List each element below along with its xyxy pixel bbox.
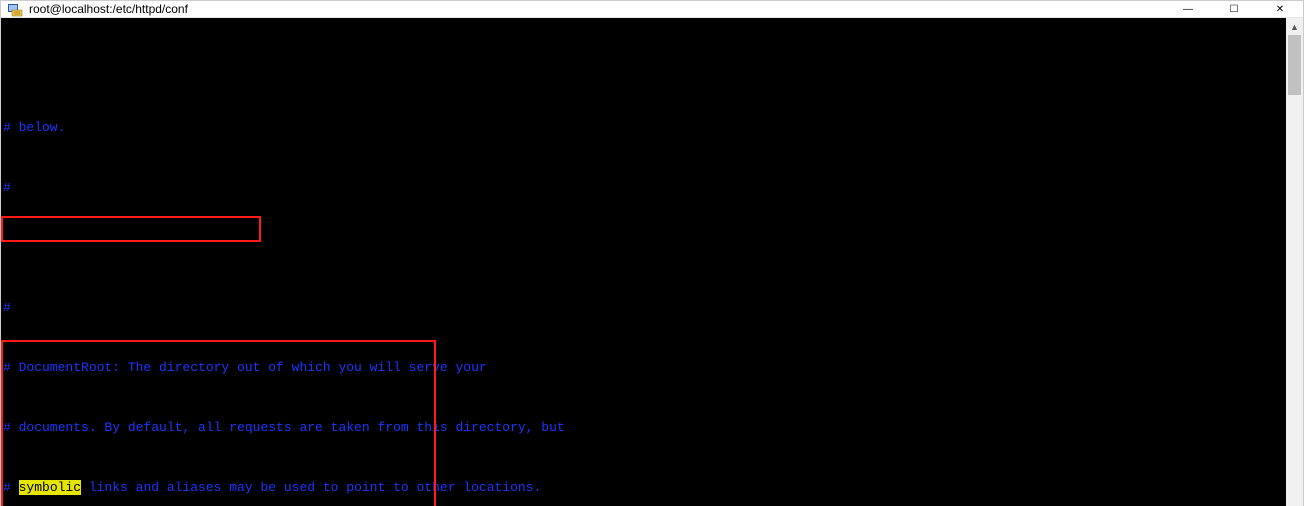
maximize-icon: ☐ — [1230, 4, 1239, 15]
comment-text: # — [3, 300, 11, 315]
search-highlight: symbolic — [19, 480, 81, 495]
comment-text: links and aliases may be used to point t… — [81, 480, 541, 495]
scroll-track[interactable] — [1286, 35, 1303, 506]
putty-icon — [7, 1, 23, 17]
close-icon: ✕ — [1276, 4, 1284, 15]
maximize-button[interactable]: ☐ — [1211, 1, 1257, 17]
close-button[interactable]: ✕ — [1257, 1, 1303, 17]
scroll-thumb[interactable] — [1288, 35, 1301, 95]
comment-text: # — [3, 180, 11, 195]
vertical-scrollbar[interactable]: ▲ ▼ — [1286, 18, 1303, 506]
titlebar[interactable]: root@localhost:/etc/httpd/conf — ☐ ✕ — [1, 1, 1303, 18]
window-title: root@localhost:/etc/httpd/conf — [29, 2, 1165, 16]
putty-window: root@localhost:/etc/httpd/conf — ☐ ✕ # b… — [0, 0, 1304, 506]
client-area: # below. # # # DocumentRoot: The directo… — [1, 18, 1303, 506]
comment-text: # DocumentRoot: The directory out of whi… — [3, 360, 487, 375]
minimize-icon: — — [1183, 4, 1193, 15]
window-controls: — ☐ ✕ — [1165, 1, 1303, 17]
terminal[interactable]: # below. # # # DocumentRoot: The directo… — [1, 18, 1286, 506]
scroll-up-button[interactable]: ▲ — [1286, 18, 1303, 35]
comment-text: # documents. By default, all requests ar… — [3, 420, 565, 435]
comment-text: # below. — [3, 120, 65, 135]
minimize-button[interactable]: — — [1165, 1, 1211, 17]
comment-text: # — [3, 480, 19, 495]
